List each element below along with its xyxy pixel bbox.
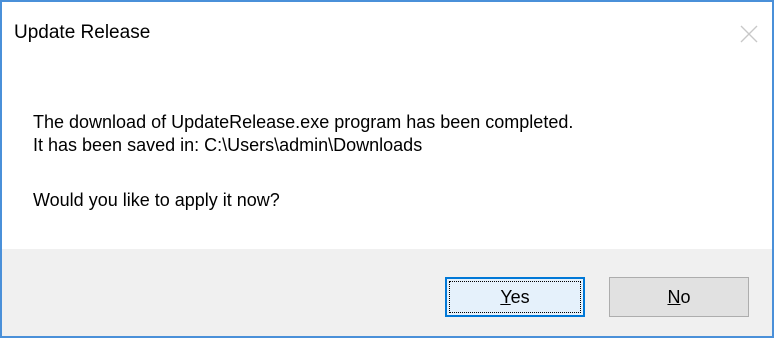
yes-label-rest: es bbox=[510, 287, 530, 307]
yes-mnemonic: Y bbox=[500, 287, 511, 307]
button-bar: Yes No bbox=[2, 249, 772, 336]
yes-button-label: Yes bbox=[500, 287, 529, 307]
dialog-title: Update Release bbox=[14, 22, 151, 43]
yes-button[interactable]: Yes bbox=[445, 277, 585, 317]
no-button[interactable]: No bbox=[609, 277, 749, 317]
no-mnemonic: N bbox=[667, 287, 681, 307]
title-bar[interactable]: Update Release bbox=[2, 2, 772, 66]
close-button[interactable] bbox=[726, 16, 772, 52]
message-area: The download of UpdateRelease.exe progra… bbox=[2, 66, 772, 249]
close-icon bbox=[740, 25, 758, 43]
message-apply-question: Would you like to apply it now? bbox=[33, 190, 280, 210]
no-button-label: No bbox=[667, 287, 690, 307]
message-download-complete: The download of UpdateRelease.exe progra… bbox=[33, 112, 574, 132]
message-save-location: It has been saved in: C:\Users\admin\Dow… bbox=[33, 135, 423, 155]
update-release-dialog: Update Release The download of UpdateRel… bbox=[0, 0, 774, 338]
no-label-rest: o bbox=[680, 287, 691, 307]
